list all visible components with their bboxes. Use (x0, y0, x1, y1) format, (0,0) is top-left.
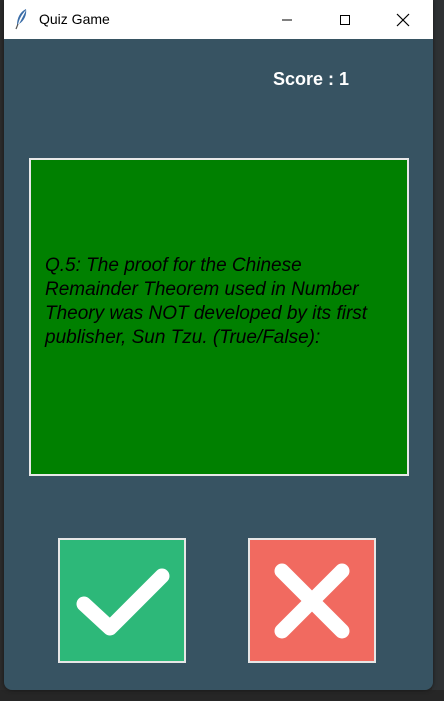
maximize-button[interactable] (322, 0, 368, 39)
minimize-button[interactable] (264, 0, 310, 39)
x-icon (274, 563, 350, 638)
close-button[interactable] (380, 0, 426, 39)
title-bar[interactable]: Quiz Game (4, 0, 433, 39)
background-app (432, 0, 444, 701)
feather-icon (15, 9, 27, 30)
minimize-icon (282, 19, 292, 20)
background-taskbar (0, 690, 444, 701)
false-button[interactable] (248, 538, 376, 663)
window-title: Quiz Game (39, 11, 110, 27)
checkmark-icon (76, 568, 170, 635)
score-label: Score : 1 (273, 69, 350, 89)
question-card: Q.5: The proof for the Chinese Remainder… (29, 158, 409, 476)
quiz-window: Quiz Game Score : 1 Q.5: The proof for t… (4, 0, 433, 690)
close-icon (396, 13, 410, 26)
maximize-icon (340, 14, 350, 25)
true-button[interactable] (58, 538, 186, 663)
question-text: Q.5: The proof for the Chinese Remainder… (45, 255, 368, 348)
